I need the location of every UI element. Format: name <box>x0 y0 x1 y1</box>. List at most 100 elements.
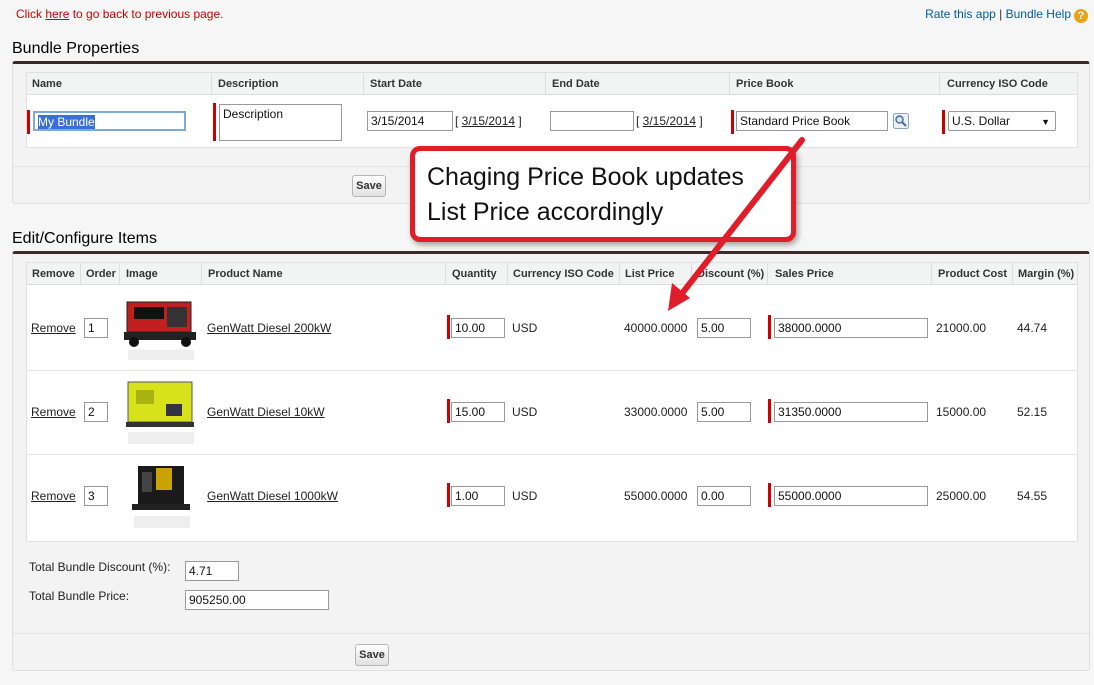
header-product-name: Product Name <box>208 268 283 280</box>
product-name-link[interactable]: GenWatt Diesel 200kW <box>207 321 331 335</box>
end-date-input[interactable] <box>550 111 634 131</box>
header-divider <box>767 263 768 285</box>
callout-line-2: List Price accordingly <box>427 198 664 226</box>
sales-price-input[interactable]: 38000.0000 <box>774 318 928 338</box>
header-sales-price: Sales Price <box>775 268 834 280</box>
header-order: Order <box>86 268 116 280</box>
header-name: Name <box>32 78 62 90</box>
header-divider <box>729 73 730 95</box>
header-list-price: List Price <box>625 268 675 280</box>
bundle-save-button[interactable]: Save <box>352 175 386 197</box>
sales-price-input[interactable]: 31350.0000 <box>774 402 928 422</box>
header-product-cost: Product Cost <box>938 268 1008 280</box>
sales-price-input[interactable]: 55000.0000 <box>774 486 928 506</box>
margin-value: 52.15 <box>1017 405 1048 419</box>
currency-value: USD <box>512 405 538 419</box>
end-date-link-wrap: [ 3/15/2014 ] <box>636 114 703 128</box>
back-link[interactable]: here <box>45 7 69 21</box>
header-divider <box>211 73 212 95</box>
header-end-date: End Date <box>552 78 600 90</box>
total-discount-label: Total Bundle Discount (%): <box>29 560 171 574</box>
product-name-link[interactable]: GenWatt Diesel 1000kW <box>207 489 338 503</box>
currency-value: USD <box>512 489 538 503</box>
order-input[interactable]: 2 <box>84 402 108 422</box>
list-price-value: 55000.0000 <box>624 489 688 503</box>
header-margin: Margin (%) <box>1018 268 1075 280</box>
order-input[interactable]: 3 <box>84 486 108 506</box>
annotation-callout: Chaging Price Book updates List Price ac… <box>410 146 796 242</box>
description-textarea[interactable]: Description <box>219 104 342 141</box>
quantity-input[interactable]: 15.00 <box>451 402 505 422</box>
help-icon[interactable]: ? <box>1074 9 1088 23</box>
link-separator: | <box>995 7 1006 21</box>
margin-value: 44.74 <box>1017 321 1048 335</box>
discount-input[interactable]: 0.00 <box>697 486 751 506</box>
price-book-input[interactable]: Standard Price Book <box>736 111 888 131</box>
product-cost-value: 21000.00 <box>936 321 987 335</box>
discount-input[interactable]: 5.00 <box>697 402 751 422</box>
row-divider <box>27 454 1077 455</box>
header-divider <box>363 73 364 95</box>
edit-items-title: Edit/Configure Items <box>12 230 157 247</box>
rate-app-link[interactable]: Rate this app <box>925 7 996 21</box>
start-date-today-link[interactable]: 3/15/2014 <box>462 114 515 128</box>
total-price-label: Total Bundle Price: <box>29 589 130 603</box>
row-divider <box>27 370 1077 371</box>
discount-input[interactable]: 5.00 <box>697 318 751 338</box>
header-currency: Currency ISO Code <box>513 268 614 280</box>
required-marker <box>768 315 771 339</box>
required-marker <box>942 110 945 134</box>
bundle-help-link[interactable]: Bundle Help <box>1006 7 1071 21</box>
product-name-link[interactable]: GenWatt Diesel 10kW <box>207 405 325 419</box>
required-marker <box>731 110 734 134</box>
required-marker <box>447 399 450 423</box>
header-description: Description <box>218 78 279 90</box>
generator-image <box>132 466 190 528</box>
back-prefix: Click <box>16 7 46 21</box>
header-start-date: Start Date <box>370 78 422 90</box>
required-marker <box>27 110 30 134</box>
generator-image <box>126 381 194 444</box>
currency-value: USD <box>512 321 538 335</box>
header-price-book: Price Book <box>736 78 794 90</box>
remove-link[interactable]: Remove <box>31 405 76 419</box>
header-divider <box>545 73 546 95</box>
start-date-link-wrap: [ 3/15/2014 ] <box>455 114 522 128</box>
generator-image <box>124 301 196 360</box>
remove-link[interactable]: Remove <box>31 489 76 503</box>
items-save-button[interactable]: Save <box>355 644 389 666</box>
dropdown-arrow-icon: ▼ <box>1041 117 1050 127</box>
header-divider <box>939 73 940 95</box>
required-marker <box>768 399 771 423</box>
edit-items-panel: Remove Order Image Product Name Quantity… <box>12 251 1090 671</box>
total-discount-input[interactable]: 4.71 <box>185 561 239 581</box>
required-marker <box>213 103 216 141</box>
order-input[interactable]: 1 <box>84 318 108 338</box>
required-marker <box>447 315 450 339</box>
list-price-value: 33000.0000 <box>624 405 688 419</box>
quantity-input[interactable]: 10.00 <box>451 318 505 338</box>
header-currency: Currency ISO Code <box>947 78 1048 90</box>
top-right-links: Rate this app | Bundle Help? <box>925 7 1088 23</box>
currency-select-value: U.S. Dollar <box>952 114 1011 128</box>
start-date-input[interactable]: 3/15/2014 <box>367 111 453 131</box>
back-message: Click here to go back to previous page. <box>16 7 223 21</box>
header-divider <box>931 263 932 285</box>
bundle-properties-table: Name Description Start Date End Date Pri… <box>26 72 1078 148</box>
header-image: Image <box>126 268 158 280</box>
list-price-value: 40000.0000 <box>624 321 688 335</box>
total-price-input[interactable]: 905250.00 <box>185 590 329 610</box>
header-divider <box>119 263 120 285</box>
currency-select[interactable]: U.S. Dollar ▼ <box>948 111 1056 131</box>
lookup-icon[interactable] <box>893 113 909 129</box>
header-divider <box>445 263 446 285</box>
required-marker <box>447 483 450 507</box>
bundle-properties-title: Bundle Properties <box>12 40 140 57</box>
header-divider <box>201 263 202 285</box>
end-date-today-link[interactable]: 3/15/2014 <box>643 114 696 128</box>
bundle-name-input[interactable]: My Bundle <box>33 111 186 131</box>
header-remove: Remove <box>32 268 75 280</box>
remove-link[interactable]: Remove <box>31 321 76 335</box>
quantity-input[interactable]: 1.00 <box>451 486 505 506</box>
header-quantity: Quantity <box>452 268 497 280</box>
